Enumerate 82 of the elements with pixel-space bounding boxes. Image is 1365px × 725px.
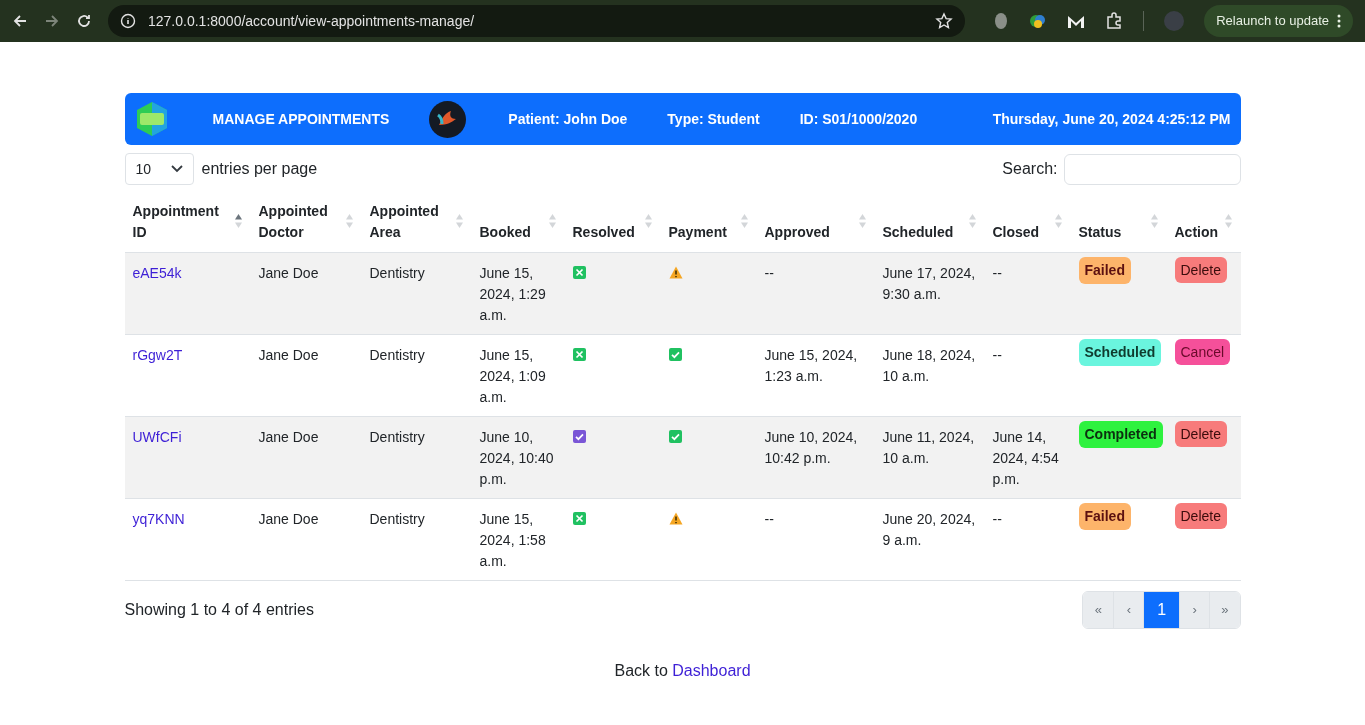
approved-date: -- xyxy=(764,265,774,281)
booked-date: June 15, 2024, 1:29 a.m. xyxy=(479,265,546,323)
delete-button[interactable]: Delete xyxy=(1174,421,1227,447)
m-logo-icon[interactable] xyxy=(1067,13,1086,29)
url-text: 127.0.0.1:8000/account/view-appointments-manage/ xyxy=(148,11,476,31)
star-icon[interactable] xyxy=(935,12,954,30)
status-badge: Scheduled xyxy=(1078,339,1162,366)
sort-icon[interactable] xyxy=(233,213,243,229)
date-time: Thursday, June 20, 2024 4:25:12 PM xyxy=(992,109,1231,129)
entries-label: entries per page xyxy=(201,159,318,179)
approved-date: -- xyxy=(764,511,774,527)
scheduled-date: June 20, 2024, 9 a.m. xyxy=(882,511,976,548)
status-badge: Failed xyxy=(1078,257,1131,284)
area-text: Dentistry xyxy=(369,429,425,445)
scheduled-date: June 11, 2024, 10 a.m. xyxy=(882,429,975,466)
doctor-name: Jane Doe xyxy=(258,347,319,363)
appointment-id-link[interactable]: eAE54k xyxy=(132,265,182,281)
column-header[interactable]: Closed xyxy=(992,222,1040,243)
patient-id: ID: S01/1000/2020 xyxy=(799,109,918,129)
chevron-down-icon xyxy=(170,165,183,173)
area-text: Dentistry xyxy=(369,265,425,281)
cancel-button[interactable]: Cancel xyxy=(1174,339,1231,365)
more-icon xyxy=(1337,14,1341,28)
column-header[interactable]: Appointed Doctor xyxy=(258,201,341,243)
profile-avatar[interactable] xyxy=(1164,11,1185,31)
forward-icon[interactable] xyxy=(44,13,60,29)
scheduled-date: June 17, 2024, 9:30 a.m. xyxy=(882,265,976,302)
doctor-name: Jane Doe xyxy=(258,429,319,445)
entries-select[interactable]: 10 xyxy=(124,153,194,185)
closed-date: -- xyxy=(992,511,1002,527)
back-icon[interactable] xyxy=(12,13,28,29)
column-header[interactable]: Booked xyxy=(479,222,531,243)
back-to-dashboard-text: Back to Dashboard xyxy=(613,661,752,681)
info-icon[interactable] xyxy=(120,13,136,29)
booked-date: June 15, 2024, 1:58 a.m. xyxy=(479,511,546,569)
page-button[interactable]: » xyxy=(1209,592,1240,628)
page-button[interactable]: 1 xyxy=(1143,592,1180,628)
logo-icon xyxy=(134,101,169,137)
doctor-name: Jane Doe xyxy=(258,265,319,281)
doctor-name: Jane Doe xyxy=(258,511,319,527)
patient-type: Type: Student xyxy=(667,109,760,129)
address-bar[interactable]: 127.0.0.1:8000/account/view-appointments-manage/ xyxy=(108,5,966,37)
status-badge: Failed xyxy=(1078,503,1131,530)
relaunch-button[interactable]: Relaunch to update xyxy=(1204,5,1353,37)
scheduled-date: June 18, 2024, 10 a.m. xyxy=(882,347,976,384)
column-header[interactable]: Scheduled xyxy=(882,222,954,243)
delete-button[interactable]: Delete xyxy=(1174,257,1227,283)
page-button[interactable]: › xyxy=(1179,592,1210,628)
column-header[interactable]: Payment xyxy=(668,222,727,243)
column-header[interactable]: Resolved xyxy=(572,222,635,243)
appointment-id-link[interactable]: yq7KNN xyxy=(132,511,185,527)
page-button[interactable]: « xyxy=(1083,592,1114,628)
approved-date: June 10, 2024, 10:42 p.m. xyxy=(764,429,858,466)
entries-summary: Showing 1 to 4 of 4 entries xyxy=(124,600,314,620)
column-header[interactable]: Appointment ID xyxy=(132,201,230,243)
search-label: Search: xyxy=(1002,159,1058,179)
column-header[interactable]: Appointed Area xyxy=(369,201,451,243)
approved-date: June 15, 2024, 1:23 a.m. xyxy=(764,347,858,384)
avatar-icon xyxy=(429,100,467,138)
closed-date: June 14, 2024, 4:54 p.m. xyxy=(992,429,1059,487)
booked-date: June 10, 2024, 10:40 p.m. xyxy=(479,429,554,487)
dashboard-link[interactable]: Dashboard xyxy=(672,662,751,679)
area-text: Dentistry xyxy=(369,511,425,527)
reload-icon[interactable] xyxy=(76,13,92,29)
status-badge: Completed xyxy=(1078,421,1163,448)
booked-date: June 15, 2024, 1:09 a.m. xyxy=(479,347,546,405)
extension-icon[interactable] xyxy=(993,12,1010,30)
closed-date: -- xyxy=(992,265,1002,281)
delete-button[interactable]: Delete xyxy=(1174,503,1227,529)
puzzle-icon[interactable] xyxy=(1105,12,1124,30)
area-text: Dentistry xyxy=(369,347,425,363)
appointment-id-link[interactable]: rGgw2T xyxy=(132,347,183,363)
page-button[interactable]: ‹ xyxy=(1113,592,1144,628)
search-field[interactable] xyxy=(1063,153,1241,185)
extension-icon[interactable] xyxy=(1029,13,1048,29)
patient-name: Patient: John Doe xyxy=(508,109,628,129)
column-header[interactable]: Approved xyxy=(764,222,830,243)
closed-date: -- xyxy=(992,347,1002,363)
column-header[interactable]: Action xyxy=(1174,222,1219,243)
page-title: MANAGE APPOINTMENTS xyxy=(212,109,390,129)
column-header[interactable]: Status xyxy=(1078,222,1122,243)
appointment-id-link[interactable]: UWfCFi xyxy=(132,429,182,445)
